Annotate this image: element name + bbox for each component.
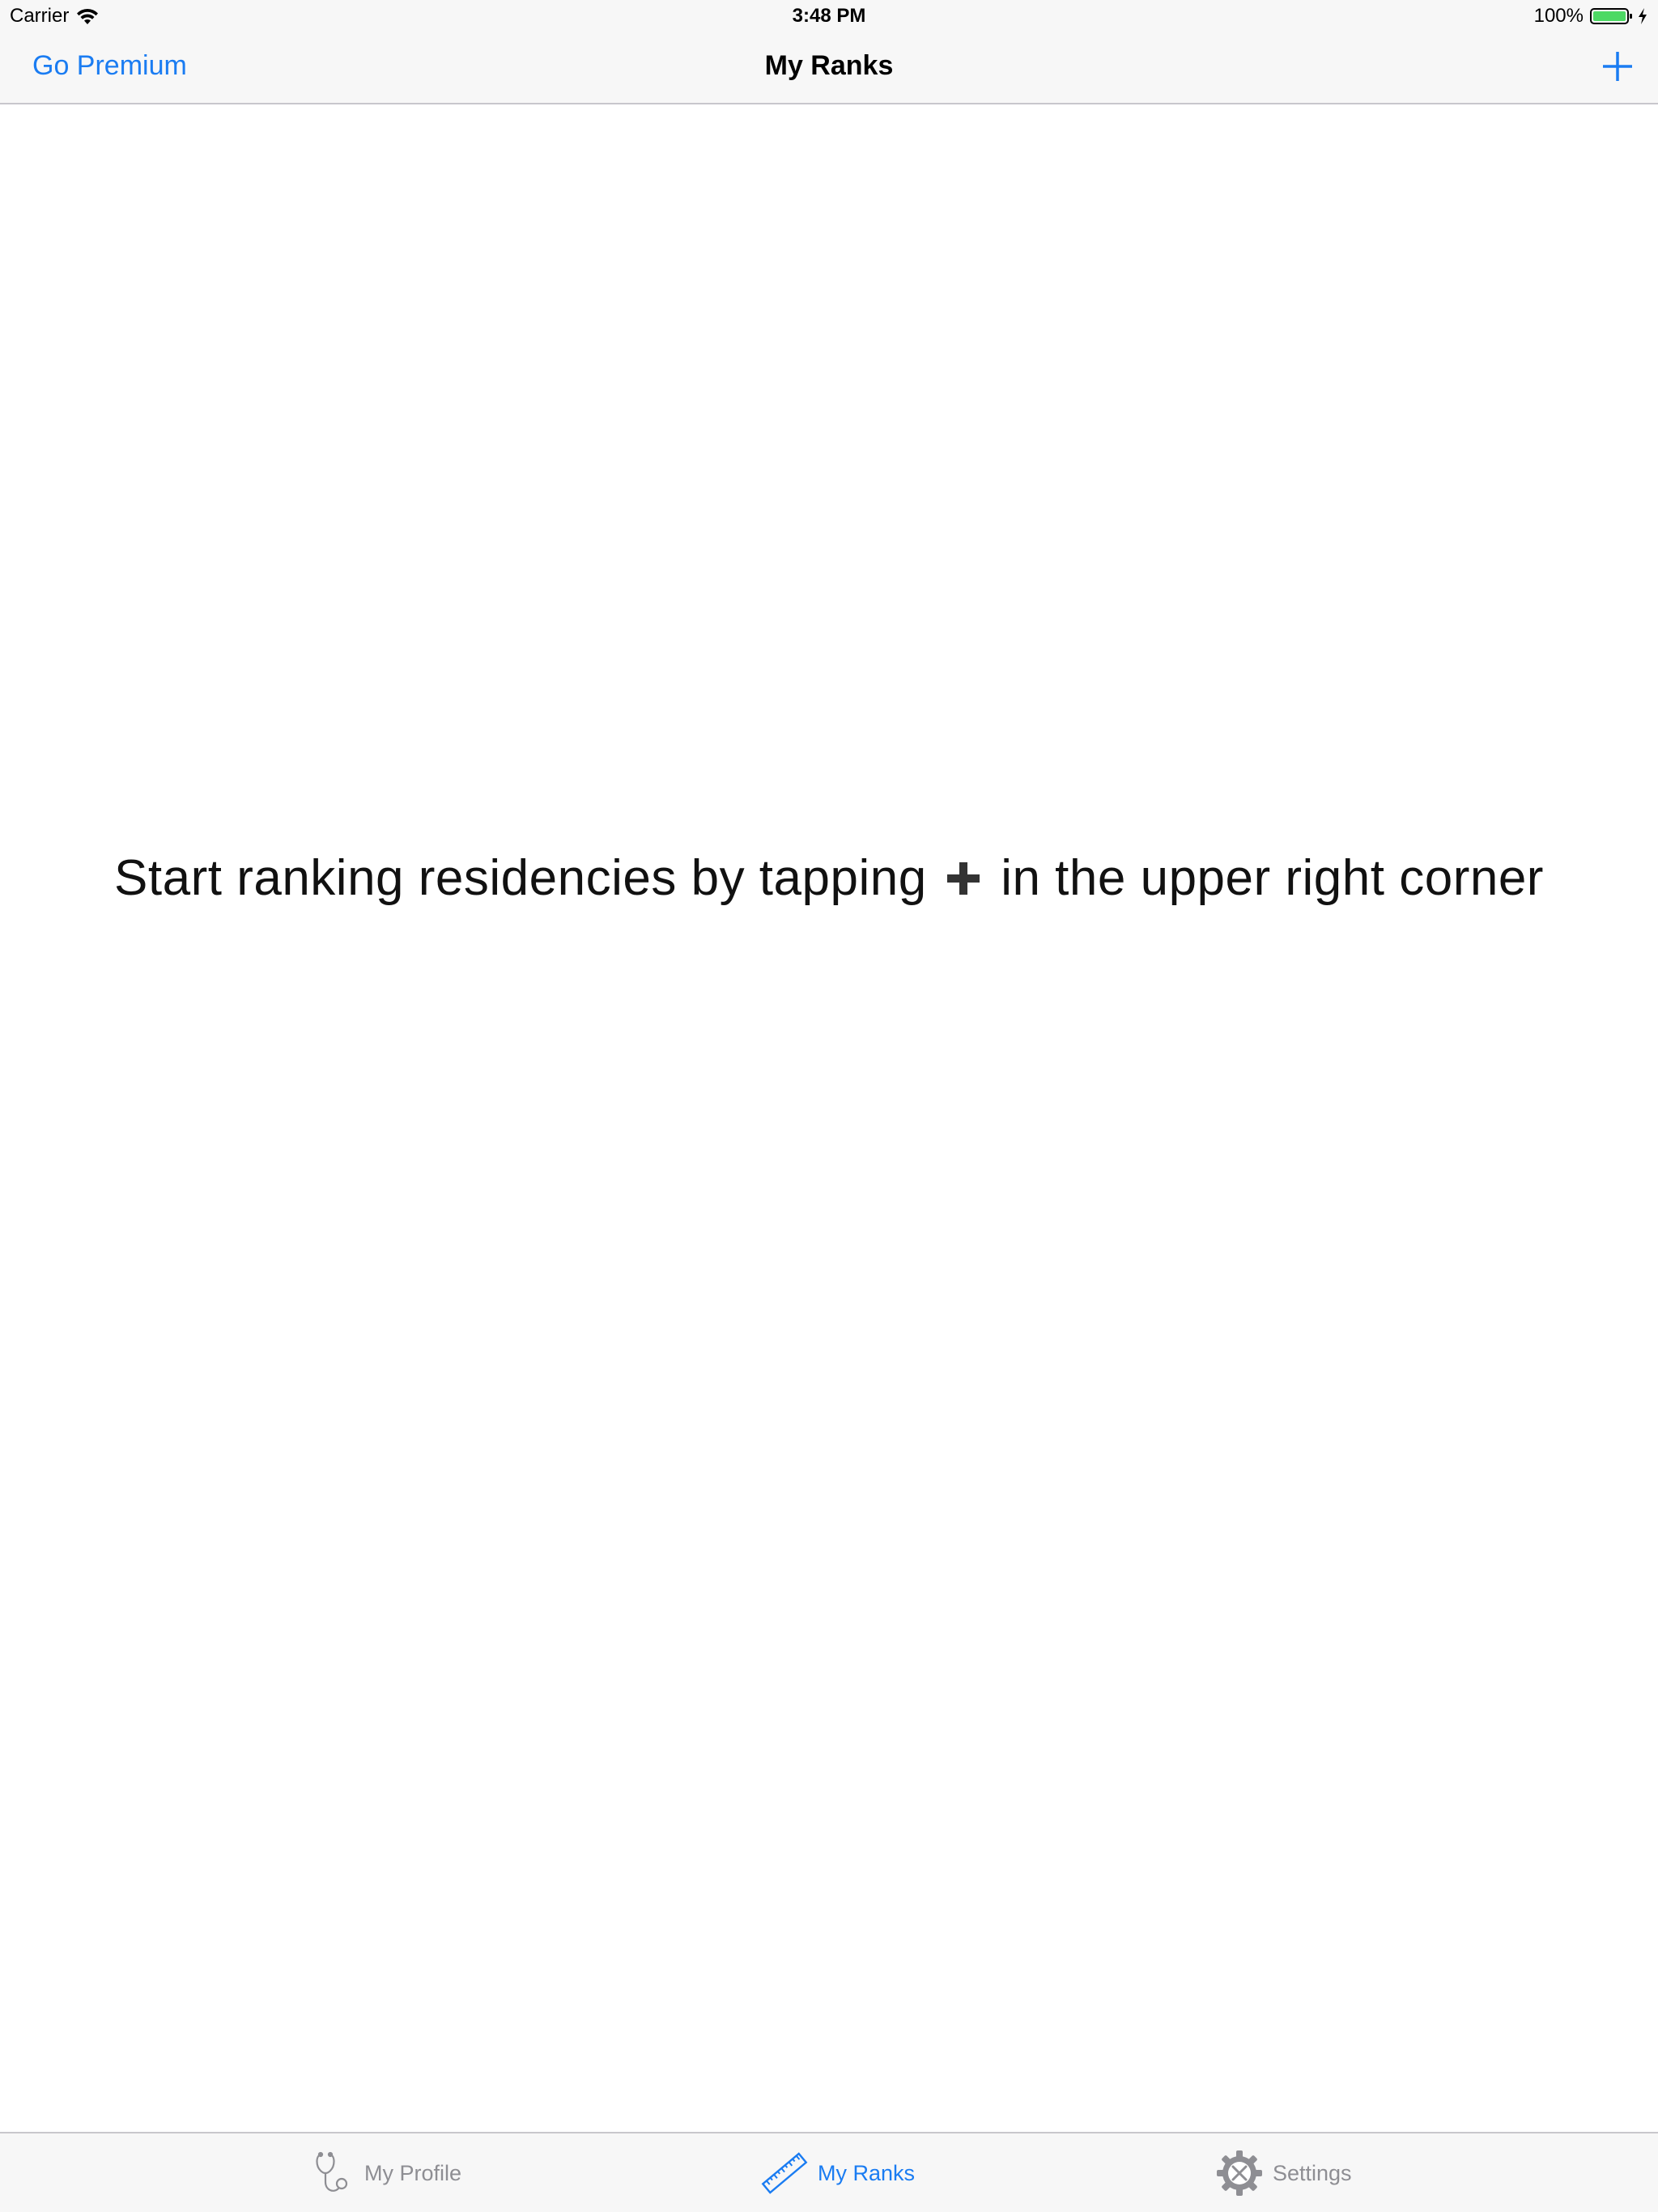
empty-state-message: Start ranking residencies by tapping in … <box>0 849 1658 907</box>
tab-my-ranks-label: My Ranks <box>818 2160 916 2185</box>
charging-bolt-icon <box>1637 6 1648 26</box>
go-premium-button[interactable]: Go Premium <box>32 50 187 82</box>
gear-tools-icon <box>1214 2148 1265 2198</box>
tab-my-profile[interactable]: My Profile <box>306 2148 461 2198</box>
ruler-icon <box>759 2148 810 2198</box>
tab-my-profile-label: My Profile <box>364 2160 462 2185</box>
status-time: 3:48 PM <box>792 5 866 27</box>
stethoscope-icon <box>306 2148 356 2198</box>
empty-message-after: in the upper right corner <box>1001 850 1544 906</box>
page-title: My Ranks <box>764 50 894 81</box>
heavy-plus-icon <box>944 853 983 895</box>
status-bar: Carrier 3:48 PM 100% <box>0 0 1658 32</box>
tab-settings-label: Settings <box>1273 2160 1352 2185</box>
empty-message-before: Start ranking residencies by tapping <box>114 850 927 906</box>
tab-bar: My Profile My Ranks Settings <box>0 2132 1658 2212</box>
screen: Carrier 3:48 PM 100% Go Premium My Ranks… <box>0 0 1658 2212</box>
add-button[interactable] <box>1600 49 1635 84</box>
tab-my-ranks[interactable]: My Ranks <box>759 2148 915 2198</box>
navigation-bar: Go Premium My Ranks <box>0 32 1658 104</box>
tab-settings[interactable]: Settings <box>1214 2148 1352 2198</box>
battery-icon <box>1590 6 1634 26</box>
battery-percent: 100% <box>1533 5 1584 27</box>
plus-icon <box>1603 52 1632 81</box>
main-content: Start ranking residencies by tapping in … <box>0 104 1658 2132</box>
status-right: 100% <box>1534 5 1648 28</box>
